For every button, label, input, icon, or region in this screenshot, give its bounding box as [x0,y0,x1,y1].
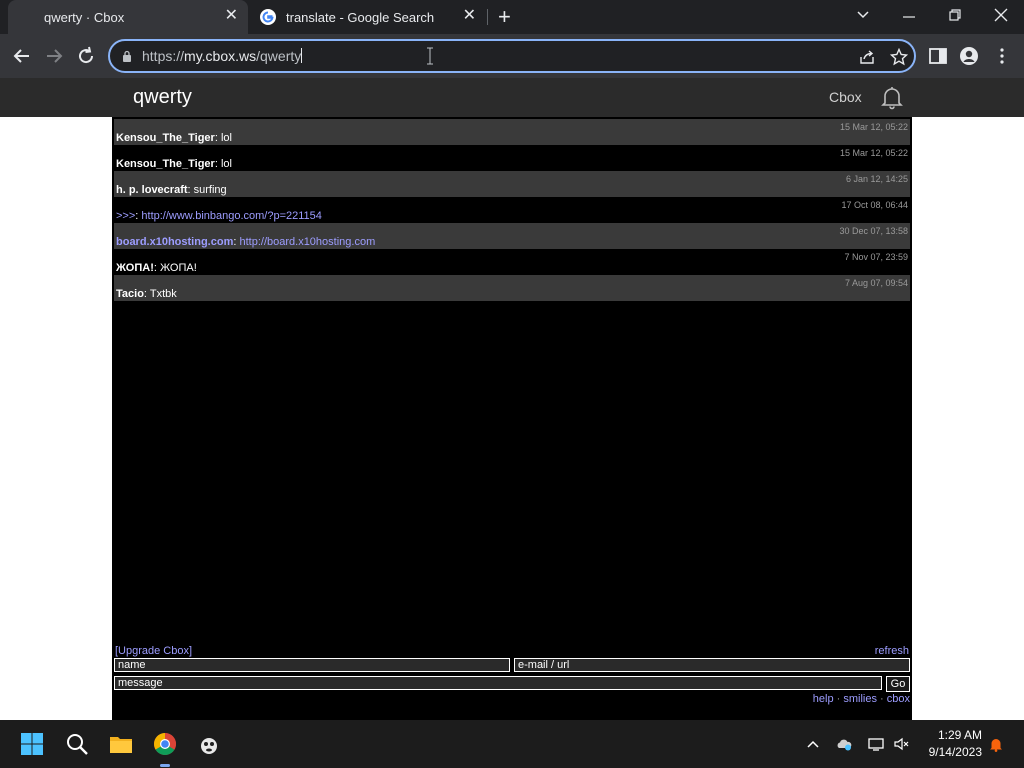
go-button[interactable]: Go [886,676,910,692]
tab-search-icon[interactable] [856,8,870,22]
tab-title: qwerty · Cbox [44,10,125,25]
message-author-link[interactable]: board.x10hosting.com [116,236,233,248]
chrome-icon[interactable] [153,732,177,756]
tab-qwerty-cbox[interactable]: qwerty · Cbox ✕ [8,0,248,34]
message-row: 17 Oct 08, 06:44 >>>: http://www.binbang… [114,197,910,223]
tab-google-search[interactable]: translate - Google Search ✕ [250,0,486,34]
notification-bell-icon[interactable] [879,84,905,110]
onedrive-icon[interactable] [836,736,852,752]
message-text: lol [220,132,232,144]
browser-toolbar: https://my.cbox.ws/qwerty [0,34,1024,78]
message-time: 7 Nov 07, 23:59 [844,252,908,262]
message-author: Kensou_The_Tiger [116,132,215,144]
message-time: 17 Oct 08, 06:44 [841,200,908,210]
profile-avatar-icon[interactable] [959,46,979,66]
message-row: 7 Aug 07, 09:54 Tacio: Txtbk [114,275,910,301]
message-row: 6 Jan 12, 14:25 h. p. lovecraft: surfing [114,171,910,197]
close-tab-icon[interactable]: ✕ [225,8,238,24]
volume-muted-icon[interactable] [893,736,909,752]
email-url-input[interactable] [514,658,910,672]
forward-icon[interactable] [42,44,66,68]
message-row: 15 Mar 12, 05:22 Kensou_The_Tiger: lol [114,119,910,145]
message-time: 7 Aug 07, 09:54 [844,278,908,288]
address-bar[interactable]: https://my.cbox.ws/qwerty [108,39,916,73]
message-time: 6 Jan 12, 14:25 [845,174,908,184]
clock-time[interactable]: 1:29 AM [920,728,982,742]
side-panel-icon[interactable] [928,46,948,66]
tab-divider [487,9,488,25]
active-app-indicator [160,764,170,767]
page-title: qwerty [133,86,192,108]
tab-strip: qwerty · Cbox ✕ translate - Google Searc… [0,0,1024,34]
chevron-up-icon[interactable] [805,736,821,752]
message-text: lol [220,158,232,170]
footer-separator: · [876,693,887,705]
message-row: 30 Dec 07, 13:58 board.x10hosting.com: h… [114,223,910,249]
restore-icon[interactable] [948,8,962,22]
url-scheme: https:// [142,48,185,64]
message-author: h. p. lovecraft [116,184,188,196]
more-menu-icon[interactable] [992,46,1012,66]
message-input[interactable] [114,676,882,690]
notification-bell-icon[interactable] [988,736,1004,752]
url-path: /qwerty [256,48,302,64]
tab-title: translate - Google Search [286,10,435,25]
text-cursor [301,48,303,63]
footer-separator: · [833,693,844,705]
search-icon[interactable] [65,732,89,756]
cbox-brand-link[interactable]: Cbox [829,89,862,105]
message-time: 30 Dec 07, 13:58 [839,226,908,236]
google-icon [260,9,276,25]
message-time: 15 Mar 12, 05:22 [839,148,908,158]
close-tab-icon[interactable]: ✕ [463,8,476,24]
lock-icon[interactable] [122,50,132,62]
taskbar: 1:29 AM 9/14/2023 [0,720,1024,768]
bookmark-star-icon[interactable] [890,48,908,66]
minimize-icon[interactable] [902,10,916,24]
upgrade-cbox-link[interactable]: [Upgrade Cbox] [115,645,192,657]
chat-box: 15 Mar 12, 05:22 Kensou_The_Tiger: lol 1… [112,117,912,720]
message-text: Txtbk [149,288,177,300]
message-author: Kensou_The_Tiger [116,158,215,170]
message-time: 15 Mar 12, 05:22 [839,122,908,132]
message-author: ЖОПА! [116,262,154,274]
file-explorer-icon[interactable] [109,732,133,756]
help-link[interactable]: help [813,693,834,705]
share-icon[interactable] [858,48,876,66]
new-tab-button[interactable]: + [498,6,511,28]
cbox-header: qwerty Cbox [0,78,1024,117]
message-text: ЖОПА! [160,262,197,274]
message-link[interactable]: http://board.x10hosting.com [239,236,375,248]
message-row: 7 Nov 07, 23:59 ЖОПА!: ЖОПА! [114,249,910,275]
windows-start-icon[interactable] [20,732,44,756]
message-link[interactable]: http://www.binbango.com/?p=221154 [141,210,322,222]
message-author: >>> [116,210,136,222]
clock-date[interactable]: 9/14/2023 [920,745,982,759]
cbox-link[interactable]: cbox [887,693,910,705]
message-row: 15 Mar 12, 05:22 Kensou_The_Tiger: lol [114,145,910,171]
refresh-link[interactable]: refresh [875,645,909,657]
ibeam-cursor-icon [427,47,433,65]
pinned-app-icon[interactable] [197,732,221,756]
footer-links: help · smilies · cbox [813,693,910,705]
message-author: Tacio [116,288,144,300]
back-icon[interactable] [10,44,34,68]
smilies-link[interactable]: smilies [843,693,877,705]
reload-icon[interactable] [74,44,98,68]
display-icon[interactable] [868,736,884,752]
close-window-icon[interactable] [994,8,1008,22]
message-text: surfing [193,184,227,196]
address-url[interactable]: https://my.cbox.ws/qwerty [142,48,303,64]
url-host: my.cbox.ws [184,48,257,64]
name-input[interactable] [114,658,510,672]
